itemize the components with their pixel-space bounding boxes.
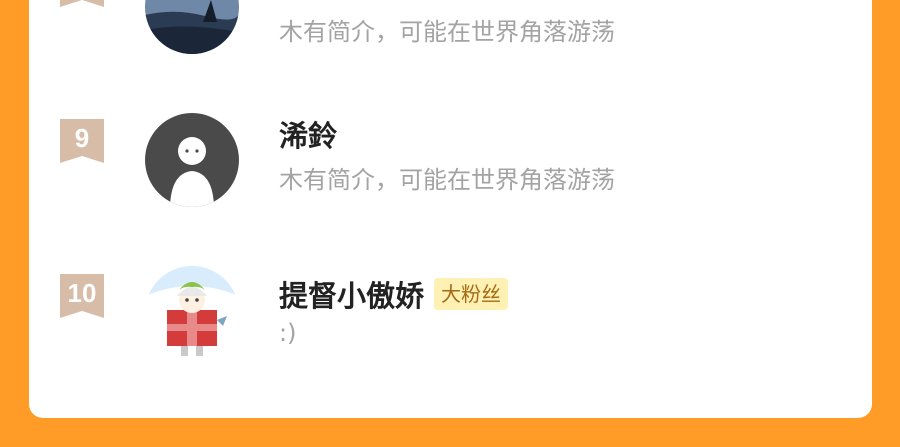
user-name[interactable]: 提督小傲娇 [279, 273, 424, 315]
fan-ranking-panel: 8 木有简介，可能在世界角落游荡 9 [29, 0, 872, 418]
user-bio: 木有简介，可能在世界角落游荡 [279, 166, 615, 194]
rank-badge: 8 [60, 0, 104, 7]
anime-gift-avatar[interactable] [145, 266, 239, 360]
user-avatar[interactable] [145, 0, 239, 54]
default-avatar[interactable] [145, 113, 239, 207]
rank-badge: 9 [60, 119, 104, 163]
ranking-row[interactable]: 10 提督小傲娇 大粉丝 :) [29, 264, 872, 364]
user-name-line: 提督小傲娇 大粉丝 [279, 273, 509, 315]
ranking-row[interactable]: 9 浠鈴 木有简介，可能在世界角落游荡 [29, 108, 872, 208]
user-name-line: 浠鈴 [279, 114, 337, 154]
rank-badge: 10 [60, 274, 104, 318]
fan-level-badge: 大粉丝 [434, 278, 509, 310]
user-bio: 木有简介，可能在世界角落游荡 [279, 18, 615, 46]
ranking-row[interactable]: 8 木有简介，可能在世界角落游荡 [29, 0, 872, 63]
user-bio: :) [279, 319, 297, 347]
user-name[interactable]: 浠鈴 [279, 113, 337, 155]
